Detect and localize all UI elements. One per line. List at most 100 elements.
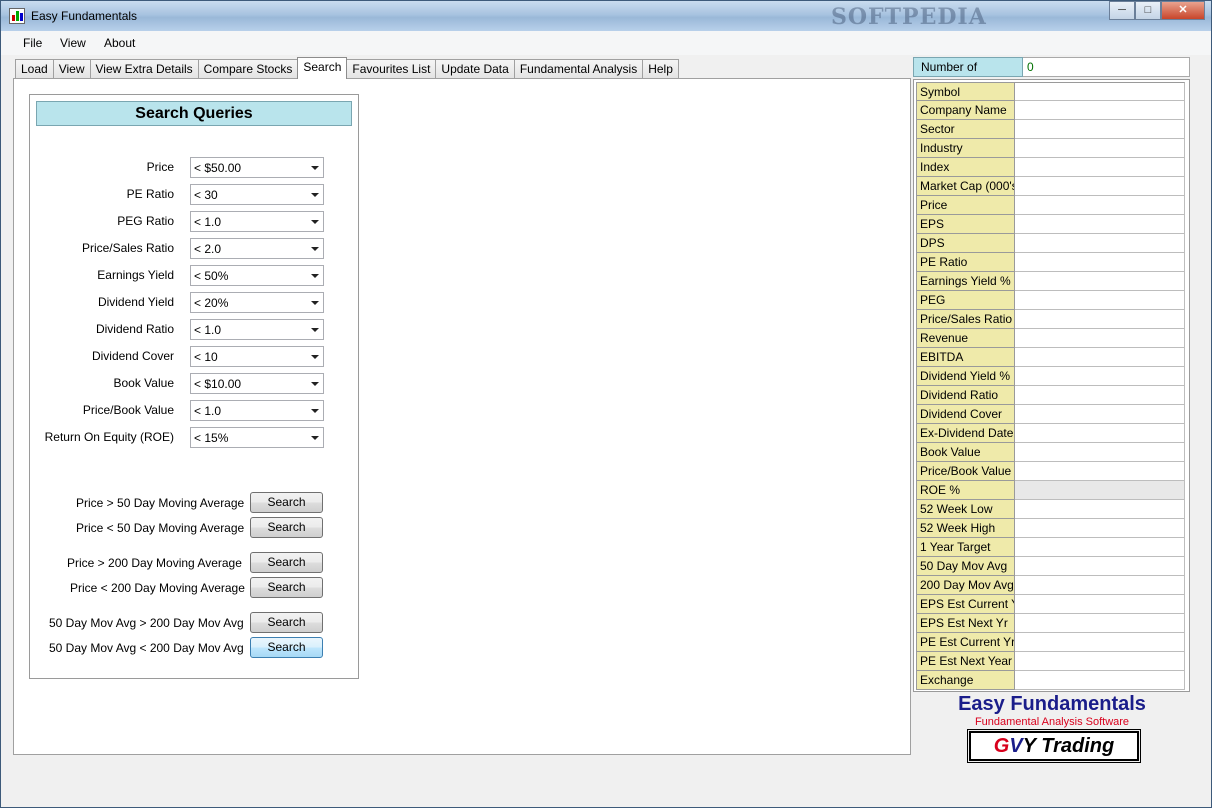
query-select-price[interactable]: < $50.00 (190, 157, 324, 178)
detail-field-value[interactable] (1015, 177, 1185, 196)
detail-field-value[interactable] (1015, 310, 1185, 329)
detail-row: Price/Book Value (916, 462, 1185, 481)
detail-field-name: Dividend Yield % (916, 367, 1015, 386)
menu-about[interactable]: About (104, 36, 135, 50)
detail-field-name: 52 Week Low (916, 500, 1015, 519)
detail-field-value[interactable] (1015, 253, 1185, 272)
detail-field-name: Price/Book Value (916, 462, 1015, 481)
detail-field-value[interactable] (1015, 652, 1185, 671)
detail-field-value[interactable] (1015, 424, 1185, 443)
menu-file[interactable]: File (23, 36, 42, 50)
detail-field-name: Symbol (916, 82, 1015, 101)
tab-search[interactable]: Search (297, 57, 348, 79)
detail-field-value[interactable] (1015, 481, 1185, 500)
search-button-4[interactable]: Search (250, 612, 323, 633)
detail-row: 50 Day Mov Avg (916, 557, 1185, 576)
query-select-dividend-ratio[interactable]: < 1.0 (190, 319, 324, 340)
detail-field-value[interactable] (1015, 462, 1185, 481)
detail-field-value[interactable] (1015, 367, 1185, 386)
query-select-dividend-yield[interactable]: < 20% (190, 292, 324, 313)
chevron-down-icon[interactable] (311, 328, 319, 332)
detail-row: PE Est Next Year (916, 652, 1185, 671)
detail-row: Earnings Yield % (916, 272, 1185, 291)
detail-field-name: Exchange (916, 671, 1015, 690)
detail-field-value[interactable] (1015, 633, 1185, 652)
detail-field-value[interactable] (1015, 82, 1185, 101)
search-button-2[interactable]: Search (250, 552, 323, 573)
detail-field-value[interactable] (1015, 614, 1185, 633)
detail-field-value[interactable] (1015, 348, 1185, 367)
chevron-down-icon[interactable] (311, 247, 319, 251)
search-button-3[interactable]: Search (250, 577, 323, 598)
chevron-down-icon[interactable] (311, 436, 319, 440)
detail-row: Company Name (916, 101, 1185, 120)
detail-field-value[interactable] (1015, 234, 1185, 253)
query-select-return-on-equity-roe[interactable]: < 15% (190, 427, 324, 448)
detail-field-value[interactable] (1015, 215, 1185, 234)
detail-field-value[interactable] (1015, 519, 1185, 538)
detail-row: EPS (916, 215, 1185, 234)
detail-field-value[interactable] (1015, 595, 1185, 614)
detail-field-value[interactable] (1015, 139, 1185, 158)
search-queries-group: Search Queries Price < $50.00 PE Ratio < 30… (29, 94, 359, 679)
detail-field-name: Dividend Cover (916, 405, 1015, 424)
tab-fundamental-analysis[interactable]: Fundamental Analysis (513, 59, 644, 79)
search-button-5[interactable]: Search (250, 637, 323, 658)
tab-favourites-list[interactable]: Favourites List (346, 59, 437, 79)
maximize-icon[interactable]: □ (1135, 1, 1161, 20)
tab-compare-stocks[interactable]: Compare Stocks (197, 59, 299, 79)
chevron-down-icon[interactable] (311, 193, 319, 197)
query-select-peg-ratio[interactable]: < 1.0 (190, 211, 324, 232)
chevron-down-icon[interactable] (311, 301, 319, 305)
chevron-down-icon[interactable] (311, 409, 319, 413)
detail-field-value[interactable] (1015, 196, 1185, 215)
menu-view[interactable]: View (60, 36, 86, 50)
detail-field-name: Book Value (916, 443, 1015, 462)
query-select-price-book-value[interactable]: < 1.0 (190, 400, 324, 421)
query-select-pe-ratio[interactable]: < 30 (190, 184, 324, 205)
query-select-book-value[interactable]: < $10.00 (190, 373, 324, 394)
detail-field-value[interactable] (1015, 101, 1185, 120)
query-select-earnings-yield[interactable]: < 50% (190, 265, 324, 286)
detail-field-value[interactable] (1015, 291, 1185, 310)
search-button-1[interactable]: Search (250, 517, 323, 538)
query-select-price-sales-ratio[interactable]: < 2.0 (190, 238, 324, 259)
detail-row: Price (916, 196, 1185, 215)
tab-update-data[interactable]: Update Data (435, 59, 515, 79)
detail-field-value[interactable] (1015, 386, 1185, 405)
query-label-return-on-equity-roe: Return On Equity (ROE) (44, 430, 174, 444)
tab-view[interactable]: View (52, 59, 91, 79)
app-chart-icon[interactable] (9, 8, 25, 24)
detail-field-value[interactable] (1015, 538, 1185, 557)
chevron-down-icon[interactable] (311, 274, 319, 278)
detail-field-name: Index (916, 158, 1015, 177)
brand-title: Easy Fundamentals (958, 693, 1146, 715)
chevron-down-icon[interactable] (311, 166, 319, 170)
detail-field-value[interactable] (1015, 671, 1185, 690)
detail-field-value[interactable] (1015, 500, 1185, 519)
detail-field-value[interactable] (1015, 329, 1185, 348)
tab-load[interactable]: Load (15, 59, 54, 79)
ma-label-1: Price < 50 Day Moving Average (76, 521, 245, 535)
chevron-down-icon[interactable] (311, 382, 319, 386)
detail-field-name: Ex-Dividend Date (916, 424, 1015, 443)
query-select-dividend-cover[interactable]: < 10 (190, 346, 324, 367)
tab-help[interactable]: Help (642, 59, 679, 79)
detail-field-value[interactable] (1015, 120, 1185, 139)
detail-field-name: Industry (916, 139, 1015, 158)
query-select-value: < 10 (194, 350, 218, 364)
search-button-0[interactable]: Search (250, 492, 323, 513)
detail-field-value[interactable] (1015, 272, 1185, 291)
tab-view-extra-details[interactable]: View Extra Details (89, 59, 199, 79)
close-icon[interactable]: ✕ (1161, 1, 1205, 20)
detail-field-value[interactable] (1015, 557, 1185, 576)
detail-field-name: PE Est Current Yr (916, 633, 1015, 652)
minimize-icon[interactable]: ─ (1109, 1, 1135, 20)
chevron-down-icon[interactable] (311, 220, 319, 224)
detail-field-value[interactable] (1015, 405, 1185, 424)
detail-field-value[interactable] (1015, 576, 1185, 595)
detail-row: Sector (916, 120, 1185, 139)
detail-field-value[interactable] (1015, 443, 1185, 462)
chevron-down-icon[interactable] (311, 355, 319, 359)
detail-field-value[interactable] (1015, 158, 1185, 177)
